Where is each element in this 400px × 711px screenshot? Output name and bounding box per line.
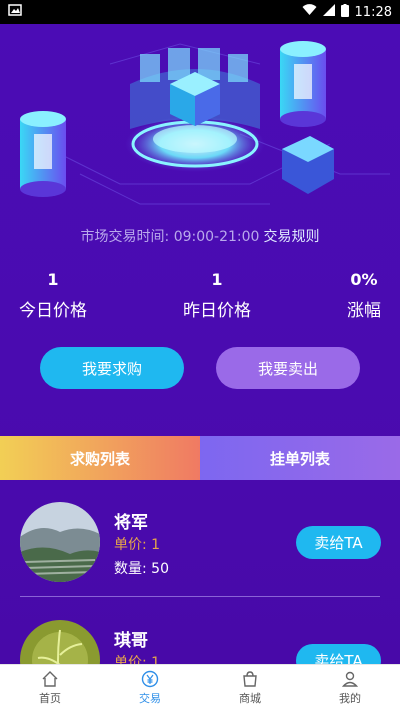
nav-home[interactable]: 首页 — [0, 665, 100, 711]
stat-label: 涨幅 — [347, 301, 381, 321]
trade-page: 市场交易时间: 09:00-21:00 交易规则 1 今日价格 1 昨日价格 0%… — [0, 24, 400, 664]
user-icon — [341, 671, 359, 687]
hero-illustration — [20, 41, 390, 205]
sell-button[interactable]: 我要卖出 — [216, 347, 360, 389]
stat-yesterday-price: 1 昨日价格 — [178, 270, 256, 321]
nav-mall[interactable]: 商城 — [200, 665, 300, 711]
signal-icon — [322, 4, 335, 20]
stat-label: 昨日价格 — [183, 301, 251, 321]
list-tabs: 求购列表 挂单列表 — [0, 436, 400, 480]
price-stats: 1 今日价格 1 昨日价格 0% 涨幅 — [0, 270, 400, 330]
bag-icon — [243, 671, 257, 687]
nav-trade[interactable]: 交易 — [100, 665, 200, 711]
stat-change: 0% 涨幅 — [340, 270, 388, 321]
wifi-icon — [302, 4, 317, 20]
status-bar: 11:28 — [0, 0, 400, 24]
avatar — [20, 502, 100, 582]
tab-sell-list[interactable]: 挂单列表 — [200, 436, 400, 480]
nav-label: 商城 — [239, 692, 261, 705]
nav-label: 交易 — [139, 692, 161, 705]
bottom-navigation: 首页 交易 商城 我的 — [0, 664, 400, 711]
trade-rules-link[interactable]: 交易规则 — [263, 229, 319, 245]
item-name: 琪哥 — [114, 631, 148, 651]
divider — [20, 596, 380, 597]
stat-value: 1 — [211, 270, 223, 289]
market-time-text: 市场交易时间: 09:00-21:00 交易规则 — [0, 226, 400, 246]
market-hours: 市场交易时间: 09:00-21:00 — [80, 229, 260, 245]
stat-value: 1 — [47, 270, 59, 289]
avatar — [20, 620, 100, 664]
buy-request-button[interactable]: 我要求购 — [40, 347, 184, 389]
nav-label: 我的 — [339, 692, 361, 705]
nav-profile[interactable]: 我的 — [300, 665, 400, 711]
status-time: 11:28 — [354, 4, 392, 20]
item-price: 单价: 1 — [114, 655, 161, 664]
list-item: 将军 单价: 1 数量: 50 卖给TA — [0, 486, 400, 596]
tab-buy-list[interactable]: 求购列表 — [0, 436, 200, 480]
sell-to-user-button[interactable]: 卖给TA — [296, 644, 381, 664]
item-price: 单价: 1 — [114, 537, 161, 553]
home-icon — [42, 671, 58, 687]
stat-today-price: 1 今日价格 — [14, 270, 92, 321]
image-notification-icon — [8, 3, 22, 21]
stat-label: 今日价格 — [19, 301, 87, 321]
stat-value: 0% — [350, 270, 378, 289]
nav-label: 首页 — [39, 692, 61, 705]
sell-to-user-button[interactable]: 卖给TA — [296, 526, 381, 559]
yen-icon — [141, 670, 159, 688]
list-item: 琪哥 单价: 1 卖给TA — [0, 604, 400, 664]
battery-icon — [340, 3, 349, 21]
item-name: 将军 — [114, 513, 148, 533]
item-quantity: 数量: 50 — [114, 561, 169, 577]
